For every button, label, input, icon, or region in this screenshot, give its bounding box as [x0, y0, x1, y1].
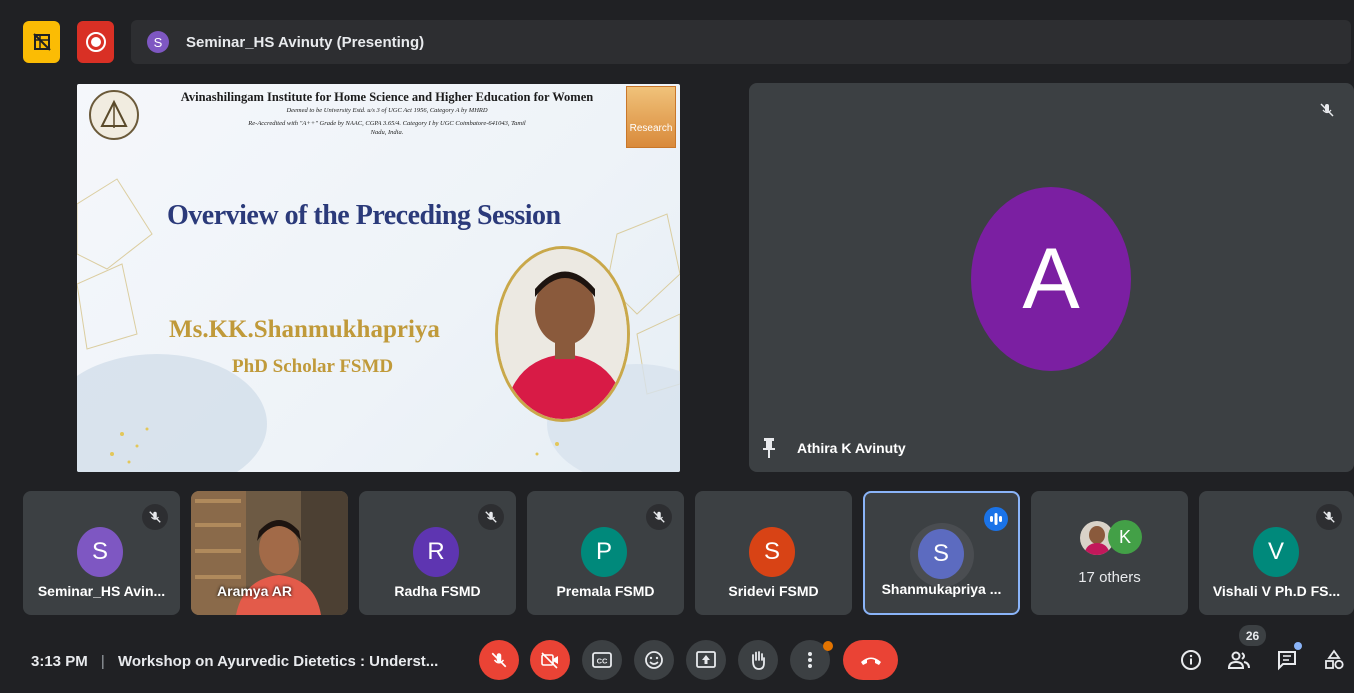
- participant-avatar: A: [971, 187, 1131, 371]
- speaker-name: Ms.KK.Shanmukhapriya: [169, 316, 440, 343]
- mic-off-indicator: [142, 504, 168, 530]
- participant-name: Seminar_HS Avin...: [37, 583, 166, 599]
- research-logo: Research: [626, 86, 676, 148]
- others-count: 17 others: [1078, 569, 1141, 586]
- participant-name: Premala FSMD: [556, 583, 655, 599]
- institution-subtitle: Deemed to be University Estd. u/s 3 of U…: [286, 107, 488, 114]
- present-screen-button[interactable]: [686, 640, 726, 680]
- chat-button[interactable]: [1275, 642, 1302, 672]
- participant-avatar: R: [413, 527, 459, 577]
- mic-off-indicator: [646, 504, 672, 530]
- institution-location: Nadu, India.: [370, 129, 404, 136]
- institution-name: Avinashilingam Institute for Home Scienc…: [180, 90, 594, 104]
- raise-hand-button[interactable]: [738, 640, 778, 680]
- presenting-label: Seminar_HS Avinuty (Presenting): [186, 33, 425, 51]
- mic-off-icon: [491, 652, 507, 668]
- institution-logo: [87, 88, 142, 148]
- participant-avatar: P: [581, 527, 627, 577]
- participant-name: Athira K Avinuty: [797, 440, 906, 456]
- participant-tile[interactable]: S Seminar_HS Avin...: [23, 491, 180, 615]
- slide-heading: Overview of the Preceding Session: [167, 200, 561, 231]
- more-vert-icon: [808, 652, 812, 668]
- emoji-icon: [645, 651, 663, 669]
- grid-off-icon: [32, 33, 51, 51]
- leave-call-button[interactable]: [843, 640, 898, 680]
- camera-off-icon: [541, 652, 558, 669]
- notification-dot: [823, 641, 833, 651]
- reactions-button[interactable]: [634, 640, 674, 680]
- speaker-role: PhD Scholar FSMD: [232, 356, 394, 377]
- chat-icon: [1278, 651, 1296, 671]
- mic-off-icon: [653, 511, 665, 523]
- clock-time: 3:13 PM: [31, 653, 88, 670]
- mic-off-icon: [149, 511, 161, 523]
- participant-tile[interactable]: V Vishali V Ph.D FS...: [1199, 491, 1354, 615]
- participant-avatar: S: [749, 527, 795, 577]
- record-icon: [85, 32, 106, 52]
- recording-button[interactable]: [77, 21, 114, 63]
- mic-off-icon: [485, 511, 497, 523]
- hang-up-icon: [860, 657, 881, 665]
- participant-name: Sridevi FSMD: [728, 583, 819, 599]
- participant-name: Shanmukapriya ...: [881, 581, 1002, 597]
- pin-icon[interactable]: [763, 438, 775, 463]
- mic-off-icon: [1323, 511, 1335, 523]
- captions-icon: CC: [592, 652, 612, 668]
- others-avatar: K: [1108, 520, 1142, 554]
- activities-icon: [1325, 649, 1344, 670]
- participant-count-badge: 26: [1239, 625, 1266, 646]
- participant-tile[interactable]: R Radha FSMD: [359, 491, 516, 615]
- mic-off-icon: [1320, 103, 1334, 117]
- meeting-info: 3:13 PM | Workshop on Ayurvedic Dietetic…: [31, 653, 438, 670]
- participant-name: Aramya AR: [217, 583, 292, 599]
- mic-off-indicator: [1316, 504, 1342, 530]
- hide-tiles-button[interactable]: [23, 21, 60, 63]
- people-button[interactable]: [1227, 648, 1251, 672]
- participant-avatar: V: [1253, 527, 1299, 577]
- others-tile[interactable]: K 17 others: [1031, 491, 1188, 615]
- participant-avatar: S: [918, 529, 964, 579]
- research-logo-text: Research: [629, 123, 673, 134]
- camera-toggle[interactable]: [530, 640, 570, 680]
- speaker-portrait: [495, 246, 630, 422]
- presentation-slide[interactable]: Avinashilingam Institute for Home Scienc…: [77, 84, 680, 472]
- info-icon: [1181, 650, 1201, 670]
- institution-accreditation: Re-Accredited with "A++" Grade by NAAC, …: [248, 120, 526, 127]
- participant-tile[interactable]: S Sridevi FSMD: [695, 491, 852, 615]
- people-icon: [1227, 651, 1250, 669]
- mic-off-indicator: [1314, 97, 1340, 123]
- participant-tile-video[interactable]: Aramya AR: [191, 491, 348, 615]
- participant-tile-active-speaker[interactable]: S Shanmukapriya ...: [863, 491, 1020, 615]
- captions-button[interactable]: CC: [582, 640, 622, 680]
- meeting-title: Workshop on Ayurvedic Dietetics : Unders…: [117, 653, 439, 670]
- hand-icon: [752, 651, 765, 670]
- participant-avatar: S: [77, 527, 123, 577]
- speaking-indicator: [984, 507, 1008, 531]
- microphone-toggle[interactable]: [479, 640, 519, 680]
- pinned-participant-tile[interactable]: A Athira K Avinuty: [749, 83, 1354, 472]
- chat-notification-dot: [1294, 642, 1302, 650]
- activities-button[interactable]: [1322, 648, 1346, 672]
- svg-text:CC: CC: [597, 657, 608, 666]
- separator: |: [100, 653, 105, 670]
- audio-level-icon: [990, 513, 1002, 525]
- institution-header: Avinashilingam Institute for Home Scienc…: [147, 90, 627, 136]
- participant-name: Radha FSMD: [394, 583, 481, 599]
- presenter-avatar: S: [147, 31, 169, 53]
- mic-off-indicator: [478, 504, 504, 530]
- participant-name: Vishali V Ph.D FS...: [1212, 583, 1341, 599]
- present-icon: [696, 651, 716, 668]
- participant-tile[interactable]: P Premala FSMD: [527, 491, 684, 615]
- meeting-details-button[interactable]: [1179, 648, 1203, 672]
- presenting-banner[interactable]: S Seminar_HS Avinuty (Presenting): [131, 20, 1351, 64]
- more-options-button[interactable]: [790, 640, 833, 680]
